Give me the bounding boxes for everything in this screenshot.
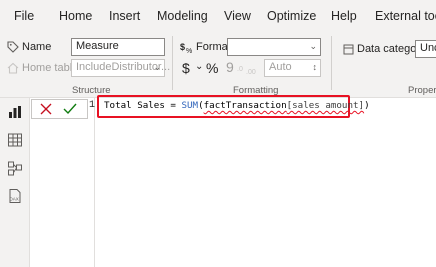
menu-help[interactable]: Help [331, 9, 357, 23]
line-number: 1 [89, 100, 96, 111]
menu-optimize[interactable]: Optimize [267, 9, 316, 23]
svg-text:.00: .00 [246, 69, 256, 76]
formula-input[interactable]: Total Sales = SUM(factTransaction[sales … [104, 100, 370, 111]
decimal-places-field: Auto ↕ [264, 59, 321, 77]
currency-button[interactable]: $ [182, 60, 190, 76]
percent-button[interactable]: % [206, 60, 218, 76]
svg-text:%: % [186, 48, 192, 54]
menu-home[interactable]: Home [59, 9, 92, 23]
ribbon: Name Measure Home table IncludeDistribut… [0, 32, 436, 98]
dax-query-view-icon[interactable]: DAX [7, 188, 23, 204]
formula-buttons [31, 99, 88, 119]
model-view-icon[interactable] [7, 160, 23, 176]
column-reference: [sales amount] [286, 100, 365, 111]
svg-text:DAX: DAX [10, 197, 19, 202]
line-number-gutter [88, 98, 95, 267]
svg-text:.0: .0 [237, 66, 243, 73]
home-table-select: IncludeDistributor... ⌄ [71, 59, 170, 77]
chevron-down-icon: ⌄ [309, 41, 317, 51]
menu-bar: File Home Insert Modeling View Optimize … [0, 0, 436, 32]
view-switcher: DAX [0, 98, 30, 267]
table-view-icon[interactable] [7, 132, 23, 148]
decimal-places-icon: .0 .00 [237, 66, 256, 76]
close-paren: ) [364, 100, 370, 111]
home-icon [7, 62, 19, 74]
measure-name: Total Sales [104, 100, 165, 111]
comma-button: 9 [226, 59, 234, 75]
auto-value: Auto [269, 61, 292, 73]
menu-external-tools[interactable]: External tools [375, 9, 436, 23]
equals-sign: = [164, 100, 182, 111]
currency-dropdown-icon[interactable]: ⌄ [195, 61, 203, 72]
home-table-label: Home table [22, 62, 79, 74]
data-category-select[interactable]: Unca [415, 40, 436, 58]
format-label: Format [196, 41, 231, 53]
name-field[interactable]: Measure [71, 38, 165, 56]
menu-modeling[interactable]: Modeling [157, 9, 208, 23]
properties-group-label: Properties [408, 85, 436, 96]
spinner-icon: ↕ [312, 62, 318, 72]
checkmark-icon[interactable] [63, 103, 77, 115]
ribbon-divider [331, 36, 332, 90]
menu-insert[interactable]: Insert [109, 9, 140, 23]
format-icon: $ % [180, 42, 192, 54]
name-label: Name [22, 41, 52, 53]
data-category-icon [343, 44, 354, 55]
table-reference: factTransaction [203, 100, 287, 111]
close-icon[interactable] [40, 103, 52, 115]
chevron-down-icon: ⌄ [153, 62, 161, 72]
ribbon-divider [172, 36, 173, 90]
menu-file[interactable]: File [14, 9, 34, 23]
menu-view[interactable]: View [224, 9, 251, 23]
tag-icon [7, 41, 19, 53]
format-select[interactable]: ⌄ [227, 38, 321, 56]
svg-text:$: $ [180, 42, 185, 52]
dax-function: SUM [181, 100, 199, 111]
report-view-icon[interactable] [7, 104, 23, 120]
